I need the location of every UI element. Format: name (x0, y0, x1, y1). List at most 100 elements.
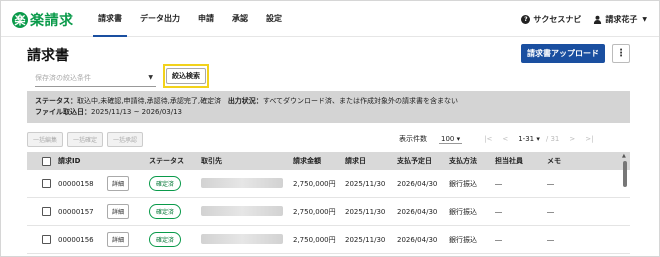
prev-page-button[interactable]: < (502, 135, 508, 143)
invoice-id: 00000158 (58, 179, 94, 188)
col-header-memo: メモ (547, 157, 561, 165)
row-checkbox[interactable] (42, 207, 51, 216)
nav-tab-applications[interactable]: 申請 (189, 1, 223, 37)
nav-tab-data-export[interactable]: データ出力 (131, 1, 189, 37)
invoice-date: 2025/11/30 (345, 179, 386, 188)
app-logo[interactable]: 楽 楽請求 (12, 10, 74, 30)
invoice-date: 2025/11/30 (345, 235, 386, 244)
more-vertical-icon: ⋮ (616, 48, 626, 59)
filter-summary: ステータス：取込中,未確認,申請待,承認待,承認完了,確定済 出力状況：すべてダ… (27, 91, 630, 123)
filter-summary-line-2: ファイル取込日：2025/11/13 ~ 2026/03/13 (35, 107, 622, 118)
scroll-thumb[interactable] (623, 161, 627, 187)
scroll-up-arrow-icon[interactable]: ▲ (622, 153, 626, 159)
select-all-checkbox[interactable] (42, 156, 51, 166)
chevron-down-icon: ▼ (642, 15, 647, 23)
help-link[interactable]: ? サクセスナビ (521, 14, 581, 25)
staff: ― (495, 235, 502, 244)
bulk-approve-button[interactable]: 一括承認 (107, 132, 144, 147)
dropdown-arrow-icon: ▼ (148, 74, 153, 81)
col-header-payment-method: 支払方法 (449, 157, 477, 165)
invoice-id: 00000156 (58, 235, 94, 244)
memo: ― (547, 179, 554, 188)
status-badge: 確定済 (149, 232, 182, 247)
more-options-button[interactable]: ⋮ (612, 44, 630, 63)
col-header-due-date: 支払予定日 (397, 157, 432, 165)
col-header-id: 請求ID (27, 156, 107, 166)
filter-summary-line-1: ステータス：取込中,未確認,申請待,承認待,承認完了,確定済 出力状況：すべてダ… (35, 96, 622, 107)
col-header-amount: 請求金額 (293, 157, 321, 165)
invoice-table: 請求ID ステータス 取引先 請求金額 請求日 支払予定日 支払方法 担当社員 … (27, 152, 630, 254)
per-page-select[interactable]: 100 ▾ (439, 135, 463, 144)
per-page-label: 表示件数 (399, 135, 427, 143)
output-filter-label: 出力状況： (227, 97, 263, 105)
col-header-client: 取引先 (201, 157, 222, 165)
client-name-redacted (201, 177, 283, 188)
detail-button[interactable]: 詳細 (107, 176, 130, 191)
import-date-value: 2025/11/13 ~ 2026/03/13 (91, 108, 183, 116)
invoice-amount: 2,750,000円 (293, 207, 336, 216)
due-date: 2026/04/30 (397, 179, 438, 188)
invoice-amount: 2,750,000円 (293, 179, 336, 188)
user-icon (594, 15, 602, 24)
bulk-confirm-button[interactable]: 一括確定 (67, 132, 104, 147)
staff: ― (495, 179, 502, 188)
payment-method: 銀行振込 (449, 235, 477, 244)
due-date: 2026/04/30 (397, 235, 438, 244)
top-navigation-bar: 楽 楽請求 請求書 データ出力 申請 承認 設定 ? サクセスナビ 請求花子 ▼ (1, 1, 659, 37)
table-row[interactable]: 00000158 詳細 確定済 2,750,000円 2025/11/30 20… (27, 170, 630, 198)
col-header-status: ステータス (149, 157, 184, 165)
status-filter-value: 取込中,未確認,申請待,承認待,承認完了,確定済 (77, 97, 222, 105)
table-scrollbar[interactable]: ▲ (622, 153, 628, 251)
col-header-staff: 担当社員 (495, 157, 523, 165)
status-badge: 確定済 (149, 204, 182, 219)
invoice-date: 2025/11/30 (345, 207, 386, 216)
status-badge: 確定済 (149, 176, 182, 191)
detail-button[interactable]: 詳細 (107, 204, 130, 219)
col-header-invoice-date: 請求日 (345, 157, 366, 165)
saved-filter-select[interactable]: 保存済の絞込条件 ▼ (35, 71, 156, 87)
header-right: ? サクセスナビ 請求花子 ▼ (509, 1, 647, 37)
detail-button[interactable]: 詳細 (107, 232, 130, 247)
page-range-select[interactable]: 1-31 ▾ (518, 135, 540, 143)
next-page-button[interactable]: > (569, 135, 575, 143)
status-filter-label: ステータス： (35, 97, 77, 105)
logo-mark-icon: 楽 (12, 12, 28, 28)
user-name: 請求花子 (605, 14, 638, 24)
table-row[interactable]: 00000156 詳細 確定済 2,750,000円 2025/11/30 20… (27, 226, 630, 254)
pagination: 表示件数 100 ▾ |< < 1-31 ▾ / 31 > >| (399, 132, 603, 146)
total-count: / 31 (545, 135, 560, 143)
table-header: 請求ID ステータス 取引先 請求金額 請求日 支払予定日 支払方法 担当社員 … (27, 152, 630, 170)
app-window: 楽 楽請求 請求書 データ出力 申請 承認 設定 ? サクセスナビ 請求花子 ▼ (0, 0, 660, 257)
help-label: サクセスナビ (533, 14, 582, 24)
question-icon: ? (521, 14, 531, 24)
main-nav: 請求書 データ出力 申請 承認 設定 (89, 1, 291, 37)
memo: ― (547, 207, 554, 216)
payment-method: 銀行振込 (449, 179, 477, 188)
client-name-redacted (201, 233, 283, 244)
saved-filter-placeholder: 保存済の絞込条件 (35, 74, 91, 82)
nav-tab-invoices[interactable]: 請求書 (89, 1, 131, 37)
logo-text: 楽請求 (30, 13, 74, 29)
last-page-button[interactable]: >| (585, 135, 593, 143)
nav-tab-settings[interactable]: 設定 (257, 1, 291, 37)
row-checkbox[interactable] (42, 179, 51, 188)
output-filter-value: すべてダウンロード済、または作成対象外の請求書を含まない (262, 97, 459, 105)
user-menu[interactable]: 請求花子 ▼ (593, 14, 647, 25)
invoice-amount: 2,750,000円 (293, 235, 336, 244)
invoice-id: 00000157 (58, 207, 94, 216)
client-name-redacted (201, 205, 283, 216)
bulk-edit-button[interactable]: 一括編集 (27, 132, 64, 147)
filter-search-button[interactable]: 絞込検索 (166, 68, 206, 84)
row-checkbox[interactable] (42, 235, 51, 244)
payment-method: 銀行振込 (449, 207, 477, 216)
nav-tab-approvals[interactable]: 承認 (223, 1, 257, 37)
table-row[interactable]: 00000157 詳細 確定済 2,750,000円 2025/11/30 20… (27, 198, 630, 226)
due-date: 2026/04/30 (397, 207, 438, 216)
import-date-label: ファイル取込日： (35, 108, 91, 116)
memo: ― (547, 235, 554, 244)
staff: ― (495, 207, 502, 216)
upload-invoice-button[interactable]: 請求書アップロード (521, 44, 605, 63)
bulk-actions: 一括編集 一括確定 一括承認 (27, 132, 147, 147)
first-page-button[interactable]: |< (484, 135, 492, 143)
filter-search-highlight: 絞込検索 (163, 64, 209, 88)
